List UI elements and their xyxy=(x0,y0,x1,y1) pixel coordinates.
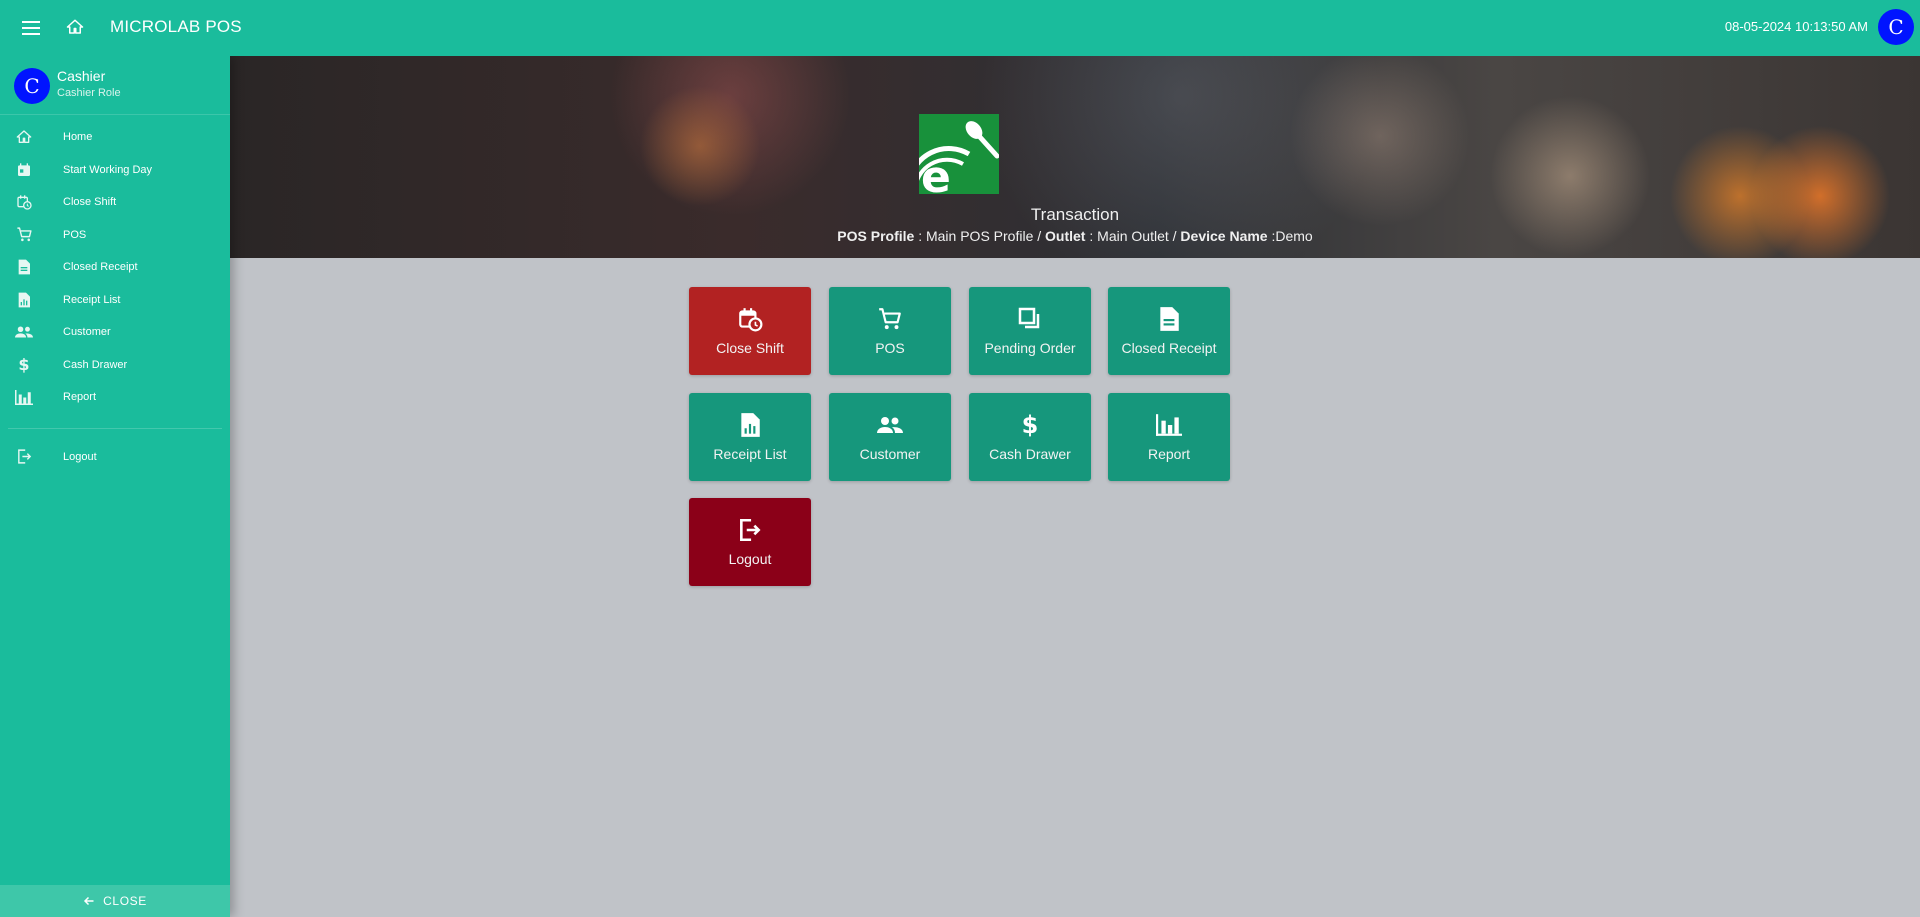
hero-banner: e Transaction POS Profile : Main POS Pro… xyxy=(230,56,1920,258)
tile-close-shift[interactable]: Close Shift xyxy=(689,287,811,375)
sidebar-user-box: C Cashier Cashier Role xyxy=(0,56,230,115)
sidebar-item-label: POS xyxy=(63,228,87,241)
sidebar-item-label: Customer xyxy=(63,326,111,339)
sidebar-nav-secondary: Logout xyxy=(0,441,230,474)
calendar-clock-icon xyxy=(737,306,763,332)
cart-icon xyxy=(14,225,34,245)
dollar-icon: $ xyxy=(1021,411,1039,439)
avatar-letter: C xyxy=(24,74,40,98)
close-sidebar-button[interactable]: CLOSE xyxy=(0,885,230,917)
hero-title: Transaction xyxy=(1030,205,1120,224)
document-icon xyxy=(1158,306,1180,332)
app-logo: e xyxy=(919,114,999,194)
device-name-value: :Demo xyxy=(1267,228,1313,244)
sidebar-item-label: Start Working Day xyxy=(63,163,153,176)
sidebar-item-close-shift[interactable]: Close Shift xyxy=(0,186,230,219)
tile-label: Customer xyxy=(859,446,921,462)
avatar-letter: C xyxy=(1888,15,1904,39)
report-document-icon xyxy=(739,412,761,438)
pos-profile-label: POS Profile xyxy=(837,228,915,244)
tile-pos[interactable]: POS xyxy=(829,287,951,375)
sidebar-item-label: Close Shift xyxy=(63,196,117,209)
tile-label: Cash Drawer xyxy=(989,446,1071,462)
sidebar-item-label: Closed Receipt xyxy=(63,261,138,274)
outlet-value: : Main Outlet / xyxy=(1085,228,1181,244)
tile-receipt-list[interactable]: Receipt List xyxy=(689,393,811,481)
copy-icon xyxy=(1018,306,1042,332)
calendar-clock-icon xyxy=(14,192,34,212)
arrow-left-icon xyxy=(83,895,95,907)
sidebar-item-logout[interactable]: Logout xyxy=(0,441,230,474)
report-document-icon xyxy=(14,290,34,310)
app-title: MICROLAB POS xyxy=(110,17,242,36)
top-app-bar: MICROLAB POS 08-05-2024 10:13:50 AM C xyxy=(0,0,1920,56)
device-name-label: Device Name xyxy=(1180,228,1268,244)
tile-label: Receipt List xyxy=(713,446,787,462)
tile-closed-receipt[interactable]: Closed Receipt xyxy=(1108,287,1230,375)
calendar-icon xyxy=(14,160,34,180)
close-sidebar-label: CLOSE xyxy=(103,894,147,908)
sidebar-item-label: Cash Drawer xyxy=(63,358,128,371)
tile-report[interactable]: Report xyxy=(1108,393,1230,481)
sidebar-item-label: Home xyxy=(63,131,93,144)
tile-customer[interactable]: Customer xyxy=(829,393,951,481)
tile-label: Close Shift xyxy=(716,340,784,356)
menu-icon[interactable] xyxy=(18,15,44,41)
sidebar-item-report[interactable]: Report xyxy=(0,381,230,414)
user-name: Cashier xyxy=(57,68,106,84)
document-icon xyxy=(14,257,34,277)
outlet-label: Outlet xyxy=(1045,228,1086,244)
tile-pending-order[interactable]: Pending Order xyxy=(969,287,1091,375)
tile-label: Closed Receipt xyxy=(1121,340,1217,356)
tile-cash-drawer[interactable]: $ Cash Drawer xyxy=(969,393,1091,481)
sidebar-item-start-working-day[interactable]: Start Working Day xyxy=(0,154,230,187)
user-avatar[interactable]: C xyxy=(1878,9,1914,45)
logout-icon xyxy=(14,447,34,467)
sidebar-nav: Home Start Working Day Close Shift POS C… xyxy=(0,115,230,414)
pos-profile-value: : Main POS Profile / xyxy=(914,228,1046,244)
sidebar-item-closed-receipt[interactable]: Closed Receipt xyxy=(0,251,230,284)
home-icon[interactable] xyxy=(62,14,88,40)
tile-label: Logout xyxy=(728,551,772,567)
sidebar-avatar: C xyxy=(14,68,50,104)
tile-logout[interactable]: Logout xyxy=(689,498,811,586)
logout-icon xyxy=(737,517,763,543)
tile-label: Report xyxy=(1147,446,1191,462)
sidebar-item-home[interactable]: Home xyxy=(0,121,230,154)
svg-text:e: e xyxy=(921,152,951,194)
sidebar: C Cashier Cashier Role Home Start Workin… xyxy=(0,56,230,917)
sidebar-item-receipt-list[interactable]: Receipt List xyxy=(0,284,230,317)
sidebar-item-cash-drawer[interactable]: $ Cash Drawer xyxy=(0,349,230,382)
datetime-display: 08-05-2024 10:13:50 AM xyxy=(1724,19,1868,34)
hero-subtitle: POS Profile : Main POS Profile / Outlet … xyxy=(230,228,1920,244)
bar-chart-icon xyxy=(14,387,34,407)
people-icon xyxy=(14,322,34,342)
sidebar-item-customer[interactable]: Customer xyxy=(0,316,230,349)
people-icon xyxy=(877,412,903,438)
sidebar-divider xyxy=(8,427,222,429)
sidebar-item-label: Receipt List xyxy=(63,293,121,306)
sidebar-item-label: Report xyxy=(63,391,97,404)
user-role: Cashier Role xyxy=(57,87,121,99)
tile-label: Pending Order xyxy=(984,340,1076,356)
sidebar-item-label: Logout xyxy=(63,450,97,463)
cart-icon xyxy=(877,306,903,332)
bar-chart-icon xyxy=(1156,412,1182,438)
dollar-icon: $ xyxy=(18,355,30,375)
sidebar-item-pos[interactable]: POS xyxy=(0,219,230,252)
home-icon xyxy=(14,127,34,147)
tile-label: POS xyxy=(875,340,905,356)
